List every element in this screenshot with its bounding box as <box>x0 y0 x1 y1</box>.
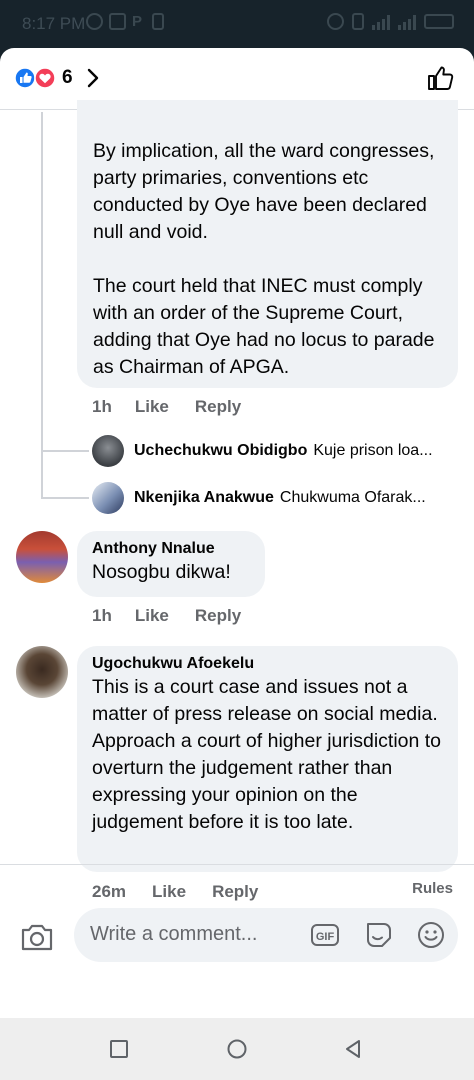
avatar <box>92 435 124 467</box>
status-bar: 8:17 PM P <box>0 0 474 48</box>
thread-line-branch <box>41 450 89 452</box>
comment-actions: 1h Like Reply <box>92 606 241 626</box>
comment-author[interactable]: Ugochukwu Afoekelu <box>92 655 446 673</box>
recents-icon[interactable] <box>108 1038 130 1060</box>
reaction-count[interactable]: 6 <box>62 67 73 89</box>
avatar <box>92 482 124 514</box>
collapsed-reply[interactable]: Uchechukwu Obidigbo Kuje prison loa... <box>92 434 460 468</box>
like-button[interactable]: Like <box>135 397 169 417</box>
reply-button[interactable]: Reply <box>212 882 258 902</box>
reply-preview: Kuje prison loa... <box>313 442 433 459</box>
gif-icon[interactable]: GIF <box>310 920 340 950</box>
status-time: 8:17 PM <box>22 14 86 33</box>
back-icon[interactable] <box>342 1038 364 1060</box>
system-nav-bar <box>0 1018 474 1080</box>
comment-time: 26m <box>92 882 127 901</box>
avatar[interactable] <box>16 531 68 583</box>
svg-text:GIF: GIF <box>316 931 335 943</box>
thread-line <box>41 112 43 498</box>
whatsapp-icon <box>86 13 103 30</box>
comment-placeholder: Write a comment... <box>90 923 258 945</box>
reply-author[interactable]: Nkenjika Anakwue <box>134 489 274 507</box>
composer-divider <box>0 864 474 865</box>
comment-text: By implication, all the ward congresses,… <box>93 140 435 378</box>
chevron-right-icon[interactable] <box>86 67 100 89</box>
p-icon: P <box>132 13 143 30</box>
like-button[interactable]: Like <box>135 606 169 626</box>
reply-author[interactable]: Uchechukwu Obidigbo <box>134 442 307 460</box>
comment-time: 1h <box>92 397 112 416</box>
reply-button[interactable]: Reply <box>195 397 241 417</box>
thread-line-branch <box>41 497 89 499</box>
comment-time: 1h <box>92 606 112 625</box>
comments-sheet: 6 By implication, all the ward congresse… <box>0 48 474 1018</box>
collapsed-reply[interactable]: Nkenjika Anakwue Chukwuma Ofarak... <box>92 481 460 515</box>
signal-icon <box>372 14 390 30</box>
reactions-icon[interactable] <box>14 67 58 89</box>
reply-preview: Chukwuma Ofarak... <box>279 489 426 506</box>
phone-icon <box>152 13 164 30</box>
camera-icon[interactable] <box>20 922 54 952</box>
like-thumb-icon[interactable] <box>426 64 454 92</box>
home-icon[interactable] <box>226 1038 248 1060</box>
rules-link[interactable]: Rules <box>412 880 453 897</box>
comment-bubble[interactable]: Anthony Nnalue Nosogbu dikwa! <box>77 531 265 597</box>
comment-actions: 1h Like Reply <box>92 397 241 417</box>
message-icon <box>109 13 126 30</box>
notification-icons: P <box>86 13 164 30</box>
emoji-icon[interactable] <box>416 920 446 950</box>
avatar[interactable] <box>16 646 68 698</box>
headset-icon <box>327 13 344 30</box>
vibrate-icon <box>352 13 364 30</box>
comment-actions: 26m Like Reply <box>92 882 258 902</box>
reply-button[interactable]: Reply <box>195 606 241 626</box>
system-icons <box>327 13 454 30</box>
comment-author[interactable]: Anthony Nnalue <box>92 540 250 558</box>
comment-text: Nosogbu dikwa! <box>92 561 231 583</box>
battery-icon <box>424 14 454 29</box>
signal-4g-icon <box>398 14 416 30</box>
like-button[interactable]: Like <box>152 882 186 902</box>
comment-bubble[interactable]: Ugochukwu Afoekelu This is a court case … <box>77 646 458 872</box>
comment-input[interactable]: Write a comment... GIF <box>74 908 458 962</box>
reply-comment-bubble[interactable]: By implication, all the ward congresses,… <box>77 100 458 388</box>
sticker-icon[interactable] <box>364 920 394 950</box>
comment-text: This is a court case and issues not a ma… <box>92 676 447 833</box>
